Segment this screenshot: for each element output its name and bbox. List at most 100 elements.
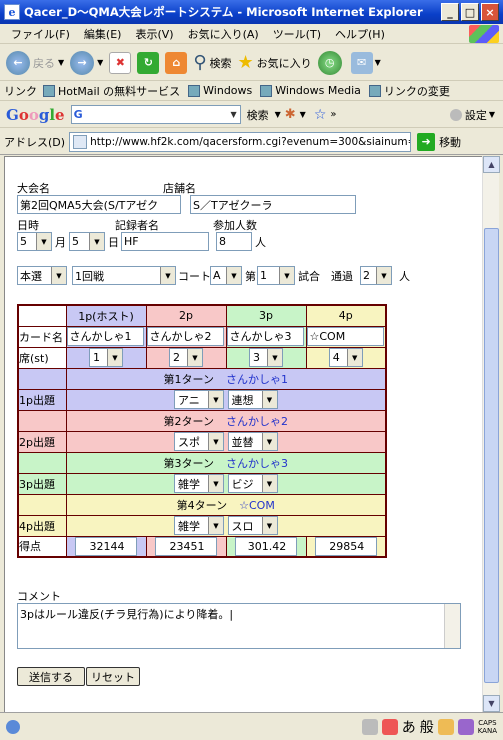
- seat-value: 3: [253, 351, 260, 364]
- tournament-input[interactable]: 第2回QMA5大会(S/Tアゼク: [17, 195, 181, 214]
- format-select[interactable]: 並替 ▼: [227, 432, 278, 451]
- score-input-p4[interactable]: 29854: [314, 536, 377, 556]
- close-button[interactable]: ×: [481, 3, 499, 21]
- menu-tools[interactable]: ツール(T): [266, 26, 328, 42]
- submit-button[interactable]: 送信する: [17, 667, 85, 686]
- scroll-thumb[interactable]: [484, 228, 499, 683]
- link-customize[interactable]: リンクの変更: [368, 83, 450, 99]
- keyboard-icon[interactable]: [361, 718, 378, 735]
- tools-icon[interactable]: [437, 718, 454, 735]
- stop-button[interactable]: ✖: [109, 51, 132, 74]
- seat-select-p3[interactable]: 3 ▼: [249, 348, 283, 367]
- menu-edit[interactable]: 編集(E): [77, 26, 129, 42]
- mail-button[interactable]: ✉ ▼: [350, 51, 381, 74]
- caps-kana-indicator: CAPS KANA: [478, 719, 497, 735]
- link-windows[interactable]: Windows: [188, 84, 252, 97]
- seat-select-p2[interactable]: 2 ▼: [169, 348, 203, 367]
- card-input-p1[interactable]: さんかしゃ1: [66, 327, 144, 346]
- page-scrollbar[interactable]: ▲ ▼: [482, 156, 500, 712]
- day-select[interactable]: 5 ▼: [69, 232, 105, 251]
- ime-hiragana[interactable]: あ: [402, 717, 416, 737]
- history-button[interactable]: ◷: [317, 50, 345, 75]
- turn-title: 第4ターン: [176, 498, 228, 512]
- ime-mode[interactable]: 般: [420, 717, 434, 737]
- google-search-input[interactable]: G ▼: [70, 105, 241, 124]
- address-input[interactable]: http://www.hf2k.com/qacersform.cgi?evenu…: [69, 131, 412, 152]
- chevron-down-icon: ▼: [261, 475, 277, 492]
- go-label: 移動: [439, 135, 462, 149]
- turn-player: さんかしゃ1: [225, 372, 288, 386]
- match-suffix: 試合: [298, 270, 320, 283]
- format-select[interactable]: スロ ▼: [227, 516, 278, 535]
- seat-select-p4[interactable]: 4 ▼: [328, 348, 363, 367]
- pad-icon[interactable]: [457, 718, 474, 735]
- court-select[interactable]: A ▼: [210, 266, 242, 285]
- round-type-value: 本選: [20, 269, 42, 283]
- score-input-p1[interactable]: 32144: [75, 536, 137, 556]
- search-button[interactable]: ⚲ 検索: [193, 52, 231, 73]
- comment-textarea[interactable]: 3pはルール違反(チラ見行為)により降着。|: [17, 603, 461, 649]
- participants-input[interactable]: 8: [216, 232, 252, 251]
- refresh-button[interactable]: ↻: [137, 51, 160, 74]
- menu-help[interactable]: ヘルプ(H): [328, 26, 392, 42]
- card-input-p2[interactable]: さんかしゃ2: [146, 327, 224, 346]
- maximize-button[interactable]: □: [461, 3, 479, 21]
- genre-select[interactable]: 雑学 ▼: [174, 474, 224, 493]
- seat-select-p1[interactable]: 1 ▼: [89, 348, 123, 367]
- forward-arrow-icon: →: [70, 50, 95, 75]
- go-button[interactable]: ➜ 移動: [417, 132, 462, 151]
- match-number-select[interactable]: 1 ▼: [257, 266, 295, 285]
- score-label: 得点: [17, 535, 67, 558]
- month-select[interactable]: 5 ▼: [17, 232, 52, 251]
- forward-button[interactable]: → ▼: [70, 50, 103, 75]
- menu-view[interactable]: 表示(V): [128, 26, 180, 42]
- chevron-down-icon: ▼: [374, 58, 381, 67]
- favorites-button[interactable]: ★ お気に入り: [238, 52, 312, 73]
- turn-left-cell: [17, 493, 67, 516]
- seat-value: 4: [332, 351, 340, 364]
- shop-input[interactable]: S／Tアゼクーラ: [190, 195, 356, 214]
- score-input-p3[interactable]: 301.42: [235, 536, 297, 556]
- more-chevron-icon[interactable]: »: [330, 109, 336, 120]
- advance-label: 通過: [331, 270, 353, 283]
- textarea-scrollbar[interactable]: [444, 604, 460, 648]
- genre-select[interactable]: アニ ▼: [174, 390, 224, 409]
- links-bar: リンク HotMail の無料サービス Windows Windows Medi…: [0, 81, 503, 101]
- link-hotmail[interactable]: HotMail の無料サービス: [43, 83, 180, 99]
- seat-label: 席(st): [17, 346, 67, 369]
- home-button[interactable]: ⌂: [165, 51, 188, 74]
- google-settings-button[interactable]: 設定 ▼: [449, 107, 495, 123]
- google-search-button[interactable]: 検索: [247, 107, 269, 123]
- advance-unit: 人: [399, 270, 410, 283]
- scroll-down-icon[interactable]: ▼: [483, 695, 500, 712]
- ime-icon[interactable]: [381, 718, 398, 735]
- format-select[interactable]: 連想 ▼: [227, 390, 278, 409]
- minimize-button[interactable]: _: [441, 3, 459, 21]
- reset-button[interactable]: リセット: [86, 667, 140, 686]
- turn-selects-2: スポ ▼ 並替 ▼: [65, 430, 387, 453]
- menu-file[interactable]: ファイル(F): [4, 26, 77, 42]
- refresh-icon: ↻: [137, 51, 160, 74]
- turn-selects-3: 雑学 ▼ ビジ ▼: [65, 472, 387, 495]
- puzzle-icon[interactable]: ✱: [285, 107, 296, 122]
- recorder-input[interactable]: HF: [121, 232, 209, 251]
- genre-value: スポ: [178, 435, 200, 449]
- scroll-up-icon[interactable]: ▲: [483, 156, 500, 173]
- link-windows-media[interactable]: Windows Media: [260, 84, 361, 97]
- score-input-p2[interactable]: 23451: [155, 536, 217, 556]
- bookmark-star-icon[interactable]: ☆: [314, 107, 327, 123]
- round-select[interactable]: 1回戦 ▼: [72, 266, 176, 285]
- genre-select[interactable]: スポ ▼: [174, 432, 224, 451]
- card-input-p3[interactable]: さんかしゃ3: [226, 327, 304, 346]
- settings-icon: [449, 108, 462, 121]
- day-value: 5: [72, 235, 79, 248]
- card-input-p4[interactable]: ☆COM: [306, 327, 384, 346]
- round-type-select[interactable]: 本選 ▼: [17, 266, 67, 285]
- advance-select[interactable]: 2 ▼: [360, 266, 392, 285]
- menu-favorites[interactable]: お気に入り(A): [181, 26, 266, 42]
- back-button[interactable]: ← 戻る ▼: [6, 50, 64, 75]
- format-select[interactable]: ビジ ▼: [227, 474, 278, 493]
- genre-select[interactable]: 雑学 ▼: [174, 516, 224, 535]
- link-label: HotMail の無料サービス: [58, 84, 181, 98]
- link-label: Windows: [203, 84, 253, 97]
